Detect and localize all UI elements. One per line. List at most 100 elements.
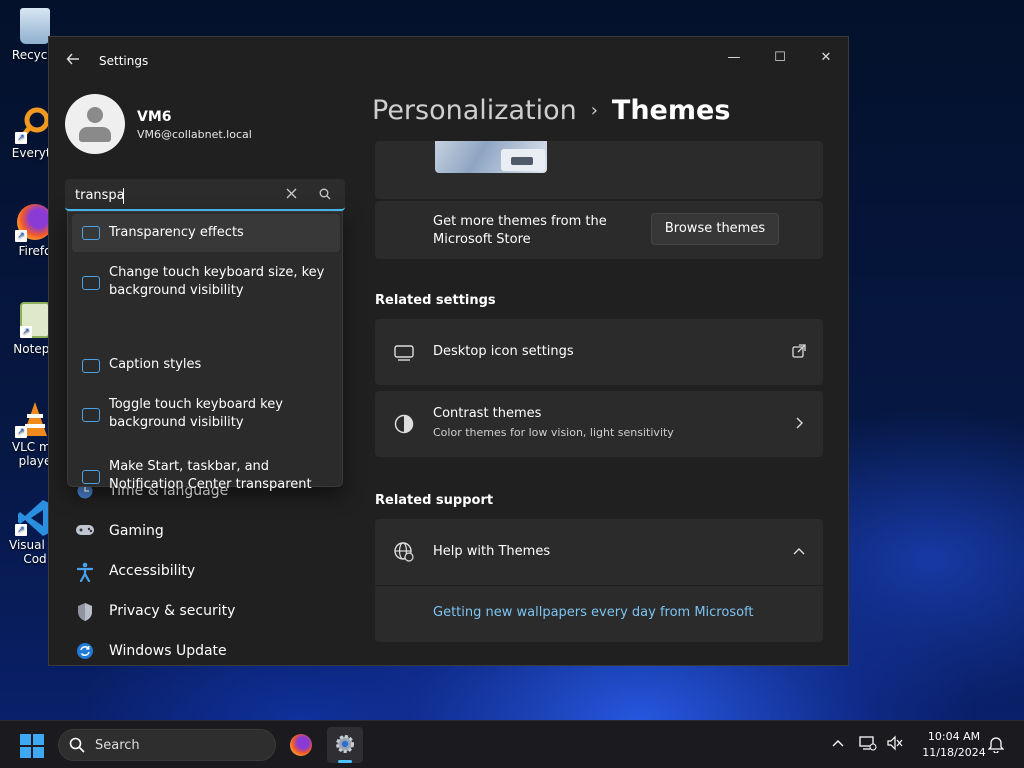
sync-icon — [75, 642, 95, 662]
contrast-themes-title: Contrast themes — [433, 406, 542, 421]
recycle-bin-icon — [20, 8, 50, 44]
contrast-themes-subtitle: Color themes for low vision, light sensi… — [433, 426, 674, 439]
user-email: VM6@collabnet.local — [137, 128, 252, 141]
taskbar-search-box[interactable]: Search — [58, 729, 276, 761]
windows-logo-tile — [33, 747, 44, 758]
page-title: Themes — [611, 95, 731, 126]
notification-bell-icon[interactable] — [986, 735, 1006, 755]
clock-time: 10:04 AM — [927, 730, 981, 743]
notepad-icon: ↗ — [20, 302, 50, 338]
network-icon[interactable] — [858, 735, 878, 755]
external-link-icon — [791, 344, 807, 360]
search-icon — [69, 737, 85, 753]
theme-preview-image[interactable] — [435, 141, 547, 173]
chevron-up-icon[interactable] — [828, 735, 848, 755]
nav-item-windows-update[interactable]: Windows Update — [69, 633, 339, 665]
taskbar-settings-button[interactable] — [327, 727, 363, 763]
contrast-icon — [393, 413, 415, 435]
help-with-themes-content: Getting new wallpapers every day from Mi… — [375, 586, 823, 642]
help-with-themes-title: Help with Themes — [433, 544, 551, 559]
close-icon — [286, 188, 296, 199]
nav-label: Accessibility — [109, 563, 196, 579]
search-suggestions: Transparency effects Change touch keyboa… — [67, 211, 343, 492]
suggestion-label: Toggle touch keyboard key background visi… — [109, 397, 283, 430]
breadcrumb: Personalization › Themes — [372, 95, 730, 126]
title-bar: Settings — ☐ ✕ — [49, 37, 848, 85]
volume-muted-icon[interactable] — [885, 735, 905, 755]
taskbar-clock[interactable]: 10:04 AM 11/18/2024 — [910, 729, 998, 761]
search-button[interactable] — [315, 185, 335, 205]
gear-icon — [336, 735, 354, 753]
personalization-icon — [82, 470, 100, 484]
app-title: Settings — [99, 54, 149, 68]
maximize-button[interactable]: ☐ — [757, 43, 803, 73]
suggestion-label: Transparency effects — [109, 225, 244, 240]
keyboard-icon — [82, 276, 100, 290]
monitor-icon — [393, 341, 415, 363]
settings-search-box[interactable] — [65, 179, 345, 211]
suggestion-transparency-effects[interactable]: Transparency effects — [72, 214, 340, 252]
personalization-icon — [82, 226, 100, 240]
chevron-right-icon — [791, 416, 807, 432]
theme-preview-taskbar-shape — [501, 149, 545, 171]
nav-item-accessibility[interactable]: Accessibility — [69, 553, 339, 589]
nav-label: Windows Update — [109, 643, 227, 659]
search-input[interactable] — [75, 185, 275, 205]
avatar-body-shape — [79, 127, 111, 142]
related-support-heading: Related support — [375, 493, 494, 508]
arrow-left-icon — [66, 53, 79, 65]
accessibility-icon — [75, 562, 95, 583]
related-settings-heading: Related settings — [375, 293, 496, 308]
suggestion-touch-keyboard-size[interactable]: Change touch keyboard size, key backgroun… — [72, 258, 340, 308]
avatar[interactable] — [65, 94, 125, 154]
globe-icon — [393, 541, 415, 563]
settings-window: Settings — ☐ ✕ VM6 VM6@collabnet.local T… — [48, 36, 849, 666]
current-theme-card — [375, 141, 823, 199]
keyboard-icon — [82, 408, 100, 422]
text-caret — [123, 188, 124, 204]
breadcrumb-parent[interactable]: Personalization — [372, 95, 577, 126]
suggestion-label: Make Start, taskbar, and Notification Cen… — [109, 459, 312, 492]
firefox-icon — [290, 734, 312, 756]
shield-icon — [75, 602, 95, 622]
gamepad-icon — [75, 522, 95, 542]
minimize-button[interactable]: — — [711, 43, 757, 73]
wallpapers-help-link[interactable]: Getting new wallpapers every day from Mi… — [433, 605, 754, 620]
taskbar: Search 10:04 AM 11/18/2024 — [0, 720, 1024, 768]
close-button[interactable]: ✕ — [803, 43, 848, 73]
shortcut-arrow-icon: ↗ — [15, 524, 27, 536]
search-icon — [319, 188, 331, 200]
nav-label: Gaming — [109, 523, 164, 539]
help-with-themes-expander[interactable]: Help with Themes — [375, 519, 823, 585]
shortcut-arrow-icon: ↗ — [15, 230, 27, 242]
suggestion-label: Change touch keyboard size, key backgroun… — [109, 265, 325, 298]
store-themes-card: Get more themes from the Microsoft Store … — [375, 201, 823, 259]
shortcut-arrow-icon: ↗ — [20, 326, 32, 338]
taskbar-firefox-button[interactable] — [283, 727, 319, 763]
captions-icon — [82, 359, 100, 373]
breadcrumb-separator: › — [590, 100, 598, 121]
suggestion-toggle-touch-keyboard[interactable]: Toggle touch keyboard key background visi… — [72, 397, 340, 454]
shortcut-arrow-icon: ↗ — [15, 426, 27, 438]
windows-logo-tile — [20, 734, 31, 745]
suggestion-caption-styles[interactable]: Caption styles — [72, 357, 340, 398]
back-button[interactable] — [63, 51, 83, 71]
nav-item-gaming[interactable]: Gaming — [69, 513, 339, 549]
browse-themes-button[interactable]: Browse themes — [651, 213, 779, 245]
chevron-up-icon — [791, 544, 807, 560]
clock-date: 11/18/2024 — [922, 746, 986, 759]
suggestion-label: Caption styles — [109, 357, 202, 372]
shortcut-arrow-icon: ↗ — [15, 132, 27, 144]
desktop-icon-settings-label: Desktop icon settings — [433, 344, 574, 359]
start-button[interactable] — [20, 734, 44, 758]
windows-logo-tile — [20, 747, 31, 758]
desktop-icon-settings-card[interactable]: Desktop icon settings — [375, 319, 823, 385]
suggestion-make-start-transparent[interactable]: Make Start, taskbar, and Notification Cen… — [72, 459, 340, 516]
nav-item-privacy-security[interactable]: Privacy & security — [69, 593, 339, 629]
contrast-themes-card[interactable]: Contrast themes Color themes for low vis… — [375, 391, 823, 457]
clear-search-button[interactable] — [281, 185, 301, 205]
nav-label: Privacy & security — [109, 603, 236, 619]
store-themes-text: Get more themes from the Microsoft Store — [433, 214, 607, 247]
themes-content: Get more themes from the Microsoft Store … — [375, 141, 823, 665]
user-name: VM6 — [137, 109, 172, 125]
